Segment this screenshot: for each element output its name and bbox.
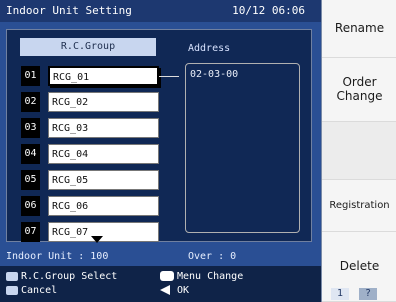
row-number: 07 <box>21 222 40 242</box>
group-name-field[interactable]: RCG_05 <box>48 170 159 190</box>
scroll-down-icon <box>91 236 103 243</box>
menu-change-hint: Menu Change <box>160 271 243 282</box>
main-panel: Indoor Unit Setting 10/12 06:06 R.C.Grou… <box>0 0 321 302</box>
rc-group-select-hint: R.C.Group Select <box>6 271 117 282</box>
empty-menu-slot <box>322 122 396 180</box>
page-indicator: 1 ? <box>331 288 381 300</box>
group-row-05[interactable]: 05 RCG_05 <box>21 170 159 192</box>
window-title: Indoor Unit Setting <box>6 4 132 17</box>
page-next[interactable]: ? <box>359 288 378 300</box>
address-header: Address <box>188 43 231 54</box>
group-name-field[interactable]: RCG_01 <box>48 66 179 86</box>
menu-icon <box>160 271 174 281</box>
status-bar: R.C.Group Select Menu Change Cancel OK <box>0 266 321 302</box>
group-row-03[interactable]: 03 RCG_03 <box>21 118 159 140</box>
group-header: R.C.Group <box>20 38 156 56</box>
select-icon <box>6 271 18 281</box>
row-number: 03 <box>21 118 40 138</box>
group-list: 01 RCG_01 02 RCG_02 03 RCG_03 04 RCG_04 … <box>21 66 179 242</box>
enter-icon <box>160 285 174 295</box>
row-number: 04 <box>21 144 40 164</box>
group-row-07[interactable]: 07 RCG_07 <box>21 222 159 244</box>
cancel-icon <box>6 285 18 295</box>
right-menu: Rename Order Change Registration Delete <box>321 0 396 302</box>
address-value: 02-03-00 <box>190 69 239 80</box>
row-number: 05 <box>21 170 40 190</box>
group-name-field[interactable]: RCG_03 <box>48 118 159 138</box>
datetime-label: 10/12 06:06 <box>232 4 305 17</box>
rename-button[interactable]: Rename <box>322 0 396 58</box>
title-bar: Indoor Unit Setting 10/12 06:06 <box>0 0 321 22</box>
group-name-field[interactable]: RCG_04 <box>48 144 159 164</box>
order-change-button[interactable]: Order Change <box>322 58 396 122</box>
group-name-field[interactable]: RCG_07 <box>48 222 159 242</box>
indoor-unit-count: Indoor Unit : 100 <box>6 251 109 262</box>
group-row-02[interactable]: 02 RCG_02 <box>21 92 159 114</box>
row-number: 02 <box>21 92 40 112</box>
group-row-01[interactable]: 01 RCG_01 <box>21 66 179 88</box>
over-count: Over : 0 <box>188 251 237 262</box>
registration-button[interactable]: Registration <box>322 180 396 232</box>
group-row-04[interactable]: 04 RCG_04 <box>21 144 159 166</box>
group-name-field[interactable]: RCG_02 <box>48 92 159 112</box>
cancel-hint: Cancel <box>6 285 57 296</box>
ok-hint: OK <box>160 285 189 296</box>
row-number: 06 <box>21 196 40 216</box>
group-name-field[interactable]: RCG_06 <box>48 196 159 216</box>
group-row-06[interactable]: 06 RCG_06 <box>21 196 159 218</box>
page-current[interactable]: 1 <box>331 288 349 300</box>
row-number: 01 <box>21 66 40 86</box>
address-panel: 02-03-00 <box>185 63 300 233</box>
